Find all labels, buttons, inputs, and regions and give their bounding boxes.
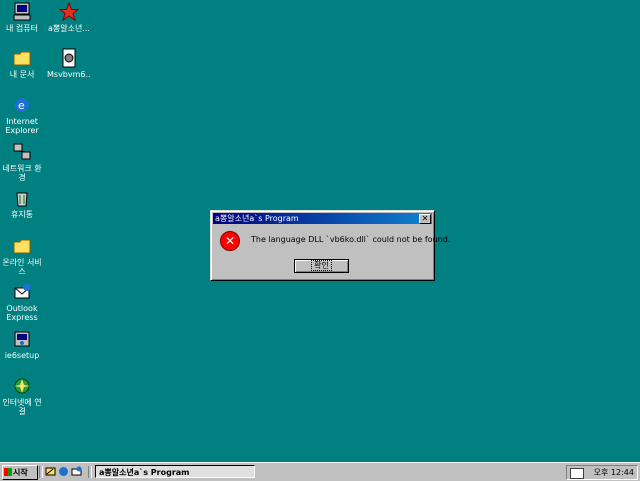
network-neighborhood-icon: [12, 142, 32, 162]
desktop-icon-my-documents[interactable]: 내 문서: [0, 48, 44, 79]
taskbar: 시작 a뽕알소년a`s Program 오후 12:44: [0, 462, 640, 481]
outlook-express-icon: [12, 282, 32, 302]
error-icon: ✕: [220, 231, 240, 251]
desktop-icon-msvbvm6[interactable]: Msvbvm6...: [47, 48, 91, 79]
internet-explorer-icon: e: [12, 95, 32, 115]
desktop-icon-ie6setup[interactable]: ie6setup: [0, 329, 44, 360]
ok-button[interactable]: 확인: [294, 259, 349, 273]
desktop-icon-label: Outlook Express: [6, 304, 38, 322]
installer-file-icon: [59, 48, 79, 68]
desktop-icon-label: Msvbvm6...: [47, 70, 91, 79]
my-computer-icon: [12, 2, 32, 22]
online-services-folder-icon: [12, 236, 32, 256]
star-shortcut-icon: [58, 1, 80, 22]
start-button-label: 시작: [13, 468, 28, 477]
desktop-icon-online-services[interactable]: 온라인 서비스: [0, 236, 44, 276]
desktop-icon-internet-explorer[interactable]: e Internet Explorer: [0, 95, 44, 135]
error-message: The language DLL `vb6ko.dll` could not b…: [251, 235, 451, 244]
taskbar-separator: [88, 466, 92, 478]
close-button[interactable]: ✕: [419, 214, 431, 224]
desktop-icon-label: 휴지통: [10, 210, 34, 219]
outlook-express-quicklaunch-icon[interactable]: [71, 466, 82, 477]
desktop-icon-recycle-bin[interactable]: 휴지통: [0, 188, 44, 219]
recycle-bin-icon: [12, 188, 32, 208]
desktop-icon-label: 온라인 서비스: [2, 258, 42, 276]
close-icon: ✕: [421, 214, 429, 223]
desktop-icon-label: ie6setup: [4, 351, 40, 360]
desktop-icon-label: 인터넷에 연결: [2, 398, 42, 416]
taskbar-program-label: a뽕알소년a`s Program: [99, 468, 190, 477]
desktop-icon-connect-internet[interactable]: 인터넷에 연결: [0, 376, 44, 416]
desktop-icon-label: 네트워크 환경: [2, 164, 42, 182]
dialog-titlebar[interactable]: a뽕알소년a`s Program ✕: [213, 213, 432, 224]
my-documents-folder-icon: [12, 48, 32, 68]
desktop-icon-label: 내 컴퓨터: [6, 24, 38, 33]
taskbar-program-button[interactable]: a뽕알소년a`s Program: [95, 465, 255, 478]
dialog-title: a뽕알소년a`s Program: [215, 214, 299, 223]
windows-logo-icon: [4, 468, 12, 476]
desktop-icon-outlook-express[interactable]: Outlook Express: [0, 282, 44, 322]
desktop-icon-label: 내 문서: [9, 70, 35, 79]
desktop-icon-label: Internet Explorer: [5, 117, 39, 135]
error-dialog: a뽕알소년a`s Program ✕ ✕ The language DLL `v…: [210, 210, 450, 281]
desktop-icon-my-computer[interactable]: 내 컴퓨터: [0, 2, 44, 33]
error-icon-glyph: ✕: [224, 234, 236, 248]
ok-button-label: 확인: [311, 260, 332, 271]
system-tray: 오후 12:44: [566, 465, 638, 480]
internet-explorer-quicklaunch-icon[interactable]: [58, 466, 69, 477]
start-button[interactable]: 시작: [2, 465, 38, 480]
desktop-icon-label: a뽕알소년...: [48, 24, 90, 33]
desktop-icon-network[interactable]: 네트워크 환경: [0, 142, 44, 182]
ie6setup-icon: [12, 329, 32, 349]
taskbar-separator: [39, 466, 43, 478]
show-desktop-icon[interactable]: [45, 466, 56, 477]
clock[interactable]: 오후 12:44: [594, 466, 634, 479]
connect-to-internet-icon: [12, 376, 32, 396]
desktop-icon-program-shortcut[interactable]: a뽕알소년...: [47, 1, 91, 33]
input-method-icon[interactable]: [570, 468, 584, 479]
svg-text:e: e: [18, 99, 25, 112]
